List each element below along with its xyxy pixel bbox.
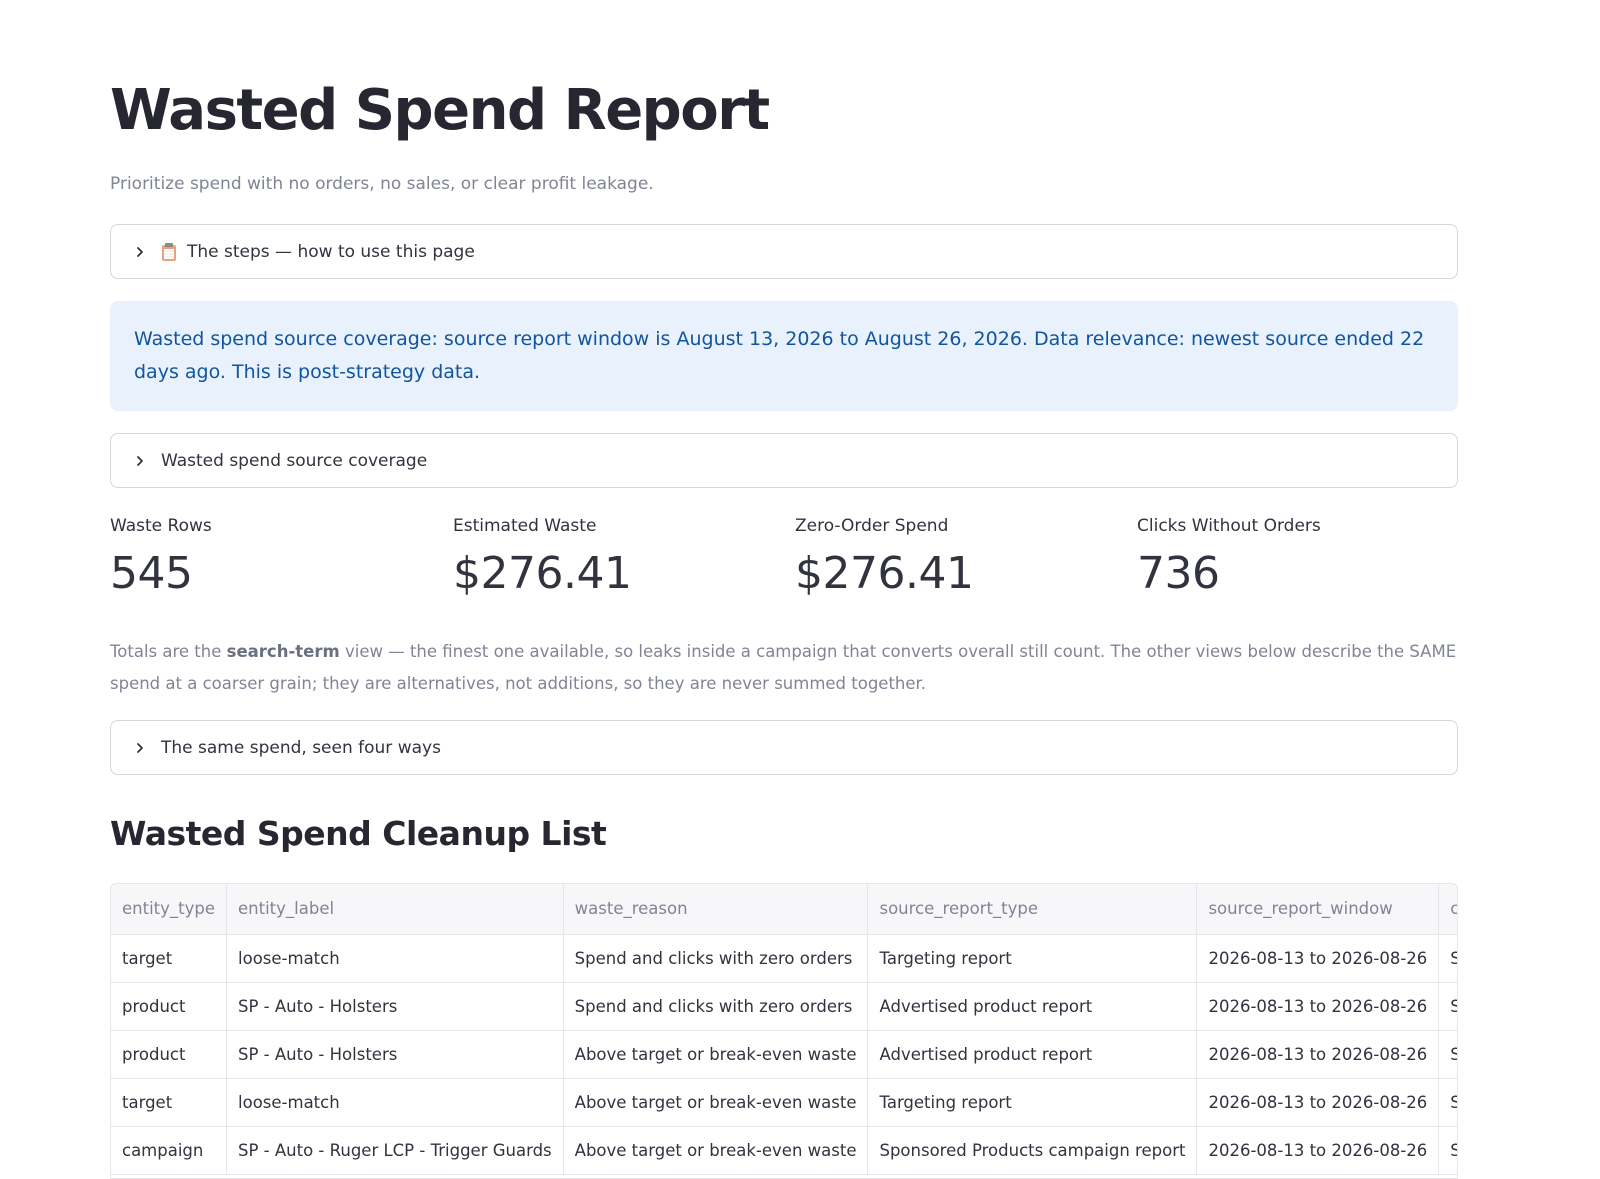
table-cell[interactable]: SP - Au: [1438, 1126, 1457, 1175]
steps-expander-label: The steps — how to use this page: [187, 241, 475, 262]
table-cell[interactable]: Above target or break-even waste: [563, 1078, 869, 1127]
page-subtitle: Prioritize spend with no orders, no sale…: [110, 174, 654, 194]
cleanup-list-heading: Wasted Spend Cleanup List: [110, 814, 607, 853]
note-bold: search-term: [226, 642, 340, 661]
table-cell[interactable]: target: [111, 1078, 228, 1127]
table-cell[interactable]: 2026-08-13 to 2026-08-26: [1196, 1078, 1440, 1127]
clipboard-icon: [161, 242, 177, 261]
table-cell[interactable]: loose-match: [226, 934, 564, 983]
table-row[interactable]: product SP - Auto - Holsters Above targe…: [111, 1030, 1457, 1079]
note-prefix: Totals are the: [110, 642, 227, 661]
table-header-row: entity_type entity_label waste_reason so…: [111, 884, 1457, 935]
page-title: Wasted Spend Report: [110, 78, 770, 143]
table-cell[interactable]: SP - Auto - Holsters: [226, 1030, 564, 1079]
table-cell[interactable]: SP - Auto - Ruger LCP - Trigger Guards: [226, 1126, 564, 1175]
metric-waste-rows: Waste Rows 545: [110, 516, 440, 599]
column-header[interactable]: source_report_type: [867, 884, 1198, 935]
metric-label: Waste Rows: [110, 516, 212, 536]
four-ways-expander[interactable]: The same spend, seen four ways: [110, 720, 1458, 775]
table-cell[interactable]: 2026-08-13 to 2026-08-26: [1196, 982, 1440, 1031]
table-cell[interactable]: 2026-08-13 to 2026-08-26: [1196, 934, 1440, 983]
table-row[interactable]: target loose-match Above target or break…: [111, 1078, 1457, 1127]
table-row[interactable]: target loose-match Spend and clicks with…: [111, 934, 1457, 983]
cleanup-table[interactable]: entity_type entity_label waste_reason so…: [110, 883, 1458, 1179]
coverage-expander-label: Wasted spend source coverage: [161, 450, 428, 471]
info-alert-text: Wasted spend source coverage: source rep…: [134, 328, 1425, 383]
table-cell[interactable]: Sponsored Products campaign report: [867, 1126, 1198, 1175]
table-cell[interactable]: Spend and clicks with zero orders: [563, 934, 869, 983]
info-alert: Wasted spend source coverage: source rep…: [110, 301, 1458, 411]
table-cell[interactable]: product: [111, 982, 228, 1031]
table-cell[interactable]: Spend and clicks with zero orders: [563, 982, 869, 1031]
metric-clicks-without-orders: Clicks Without Orders 736: [1137, 516, 1467, 599]
table-cell[interactable]: Targeting report: [867, 934, 1198, 983]
table-cell[interactable]: Targeting report: [867, 1078, 1198, 1127]
column-header[interactable]: campa: [1438, 884, 1457, 935]
metric-value: $276.41: [453, 548, 632, 599]
metric-label: Zero-Order Spend: [795, 516, 949, 536]
table-cell[interactable]: Advertised product report: [867, 982, 1198, 1031]
metric-value: $276.41: [795, 548, 974, 599]
coverage-expander[interactable]: Wasted spend source coverage: [110, 433, 1458, 488]
metric-zero-order-spend: Zero-Order Spend $276.41: [795, 516, 1125, 599]
table-row[interactable]: campaign SP - Auto - Ruger LCP - Trigger…: [111, 1126, 1457, 1175]
chevron-right-icon: [133, 455, 147, 467]
metric-label: Clicks Without Orders: [1137, 516, 1321, 536]
column-header[interactable]: source_report_window: [1196, 884, 1440, 935]
table-cell[interactable]: SP - Au: [1438, 934, 1457, 983]
four-ways-expander-label: The same spend, seen four ways: [161, 737, 441, 758]
table-cell[interactable]: SP - Auto - Holsters: [226, 982, 564, 1031]
table-cell[interactable]: SP - Au: [1438, 1030, 1457, 1079]
table-cell[interactable]: SP - Au: [1438, 1078, 1457, 1127]
table-cell[interactable]: Above target or break-even waste: [563, 1126, 869, 1175]
table-row[interactable]: product SP - Auto - Holsters Spend and c…: [111, 982, 1457, 1031]
table-cell[interactable]: SP - Au: [1438, 982, 1457, 1031]
metric-value: 545: [110, 548, 193, 599]
table-cell[interactable]: campaign: [111, 1126, 228, 1175]
table-cell[interactable]: Advertised product report: [867, 1030, 1198, 1079]
steps-expander[interactable]: The steps — how to use this page: [110, 224, 1458, 279]
chevron-right-icon: [133, 742, 147, 754]
chevron-right-icon: [133, 246, 147, 258]
table-cell[interactable]: target: [111, 934, 228, 983]
column-header[interactable]: entity_label: [226, 884, 564, 935]
table-cell[interactable]: 2026-08-13 to 2026-08-26: [1196, 1030, 1440, 1079]
metric-value: 736: [1137, 548, 1220, 599]
metric-estimated-waste: Estimated Waste $276.41: [453, 516, 783, 599]
table-cell[interactable]: Above target or break-even waste: [563, 1030, 869, 1079]
metric-label: Estimated Waste: [453, 516, 597, 536]
table-cell[interactable]: product: [111, 1030, 228, 1079]
column-header[interactable]: entity_type: [111, 884, 228, 935]
column-header[interactable]: waste_reason: [563, 884, 869, 935]
table-cell[interactable]: loose-match: [226, 1078, 564, 1127]
totals-note: Totals are the search-term view — the fi…: [110, 636, 1458, 700]
table-cell[interactable]: 2026-08-13 to 2026-08-26: [1196, 1126, 1440, 1175]
